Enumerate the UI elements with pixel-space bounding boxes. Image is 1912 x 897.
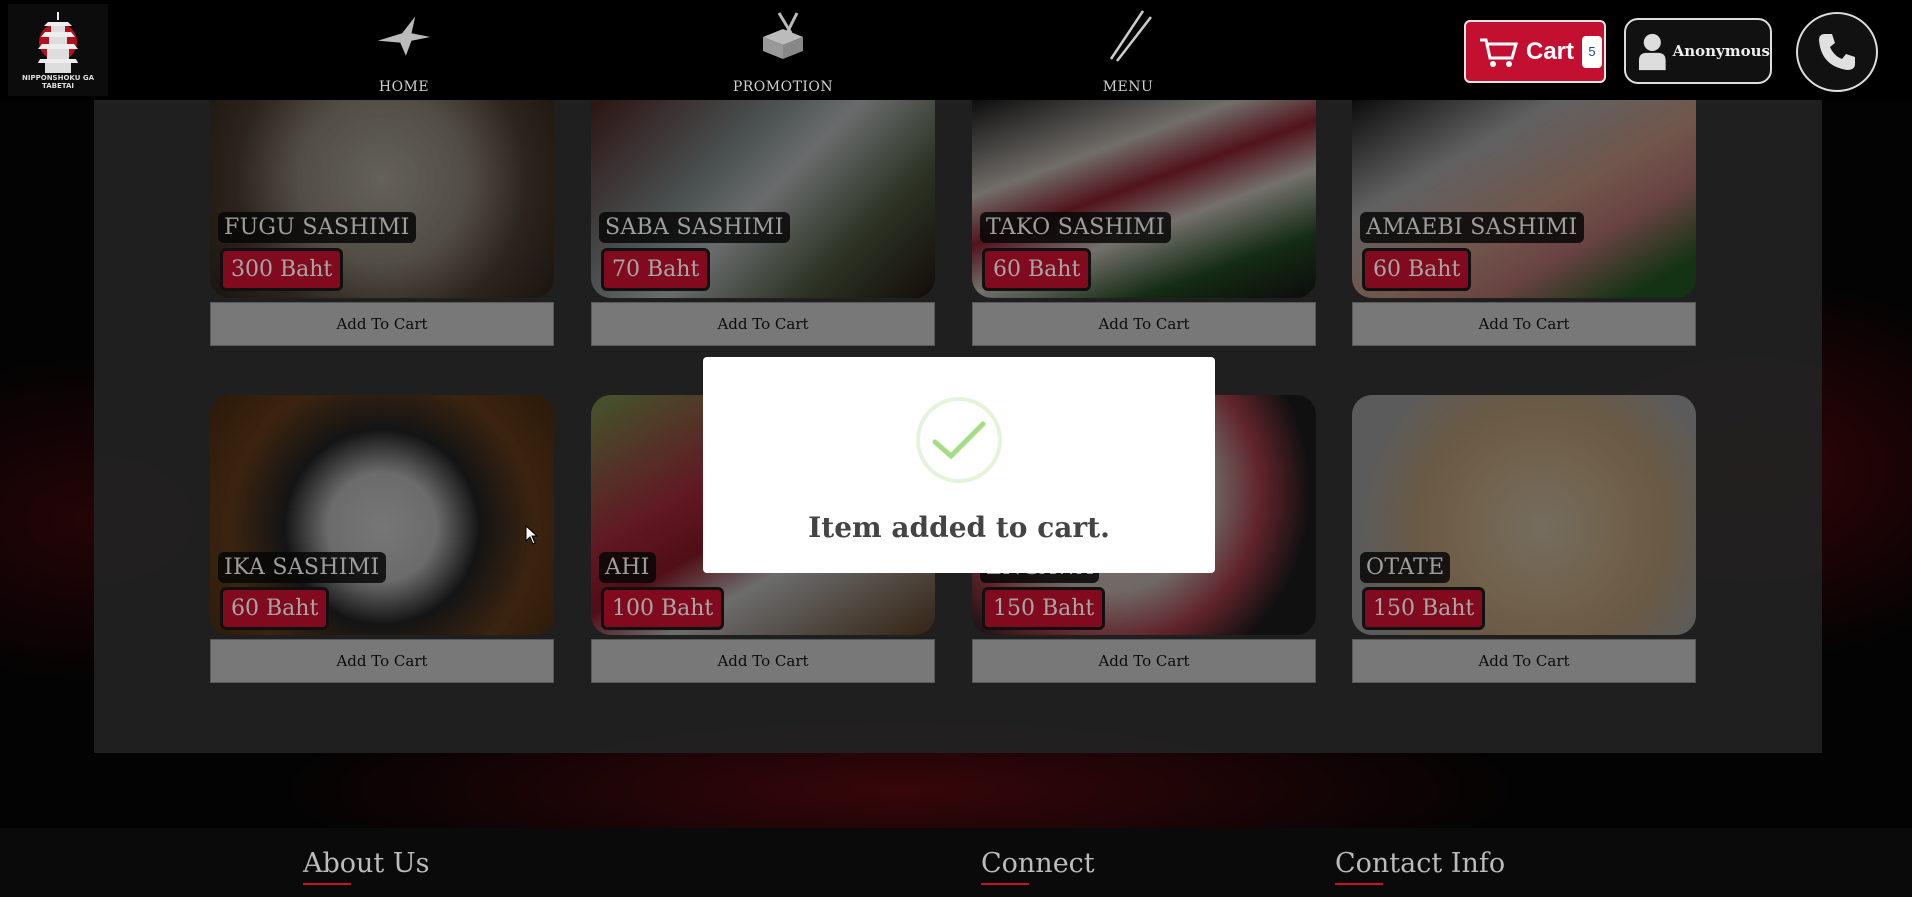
nav-promotion[interactable]: PROMOTION xyxy=(728,8,838,98)
user-icon xyxy=(1638,33,1666,71)
chopsticks-icon xyxy=(1098,8,1158,64)
cart-count-badge: 5 xyxy=(1582,35,1603,68)
footer: About Us Connect Contact Info xyxy=(0,828,1912,897)
navbar: NIPPONSHOKU GA TABETAI HOME PROMOTION ME… xyxy=(0,0,1912,100)
footer-about-heading: About Us xyxy=(303,848,429,885)
user-account-button[interactable]: Anonymous xyxy=(1624,18,1772,84)
logo-text: NIPPONSHOKU GA TABETAI xyxy=(22,74,94,90)
mouse-cursor-icon xyxy=(525,525,539,545)
dialog-message: Item added to cart. xyxy=(808,511,1110,544)
success-dialog: Item added to cart. xyxy=(703,357,1215,573)
footer-connect-heading: Connect xyxy=(981,848,1095,885)
nav-menu[interactable]: MENU xyxy=(1073,8,1183,98)
bento-box-icon xyxy=(753,8,813,64)
cart-button[interactable]: Cart 5 xyxy=(1464,20,1606,83)
cart-label: Cart xyxy=(1526,37,1575,65)
user-name: Anonymous xyxy=(1672,42,1770,60)
phone-button[interactable] xyxy=(1796,12,1878,92)
shopping-cart-icon xyxy=(1480,38,1518,67)
nav-menu-label: MENU xyxy=(1102,79,1154,95)
checkmark-icon xyxy=(916,397,1002,483)
site-logo[interactable]: NIPPONSHOKU GA TABETAI xyxy=(8,4,108,96)
footer-contact-heading: Contact Info xyxy=(1335,848,1505,885)
nav-home[interactable]: HOME xyxy=(349,8,459,98)
crane-icon xyxy=(374,8,434,64)
nav-promotion-label: PROMOTION xyxy=(732,79,834,95)
nav-home-label: HOME xyxy=(378,79,430,95)
phone-icon xyxy=(1819,34,1855,70)
pagoda-icon xyxy=(38,12,78,73)
